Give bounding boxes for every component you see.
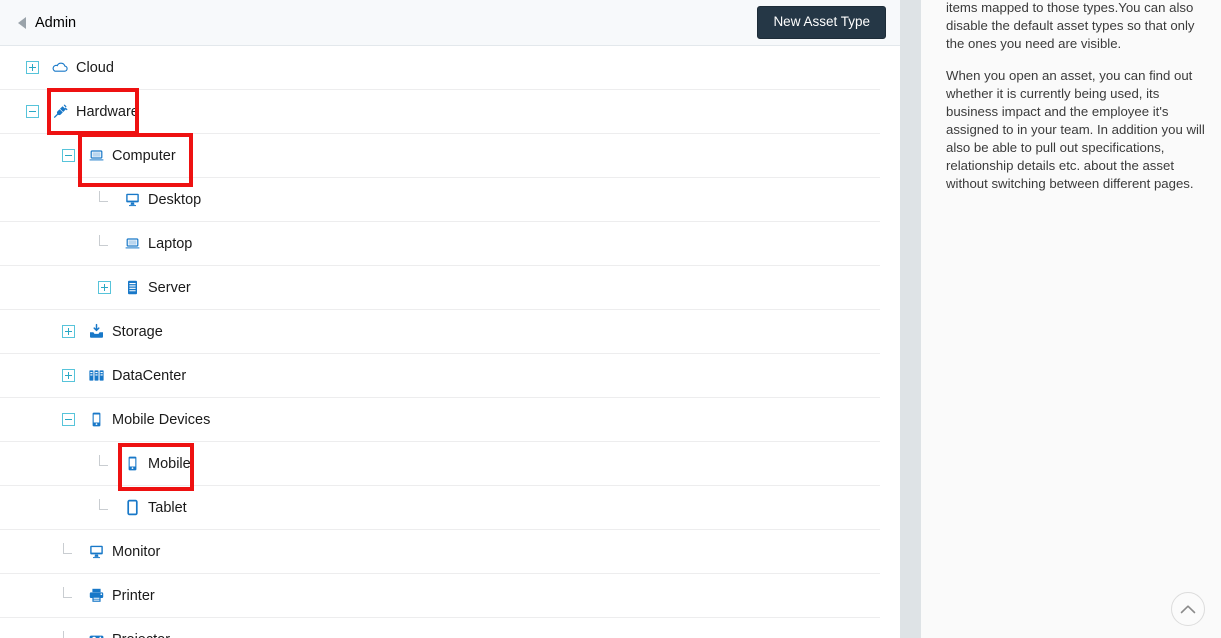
tree-row[interactable]: Cloud: [0, 46, 880, 90]
page-header: Admin New Asset Type: [0, 0, 900, 46]
tree-node-label: Hardware: [76, 103, 139, 120]
chevron-up-icon: [1180, 604, 1196, 613]
collapse-toggle-icon[interactable]: [26, 105, 39, 118]
tree-row[interactable]: Mobile Devices: [0, 398, 880, 442]
tree-node-label: Tablet: [148, 499, 187, 516]
asset-type-panel: Admin New Asset Type Cloud Hardware Comput…: [0, 0, 900, 638]
tree-elbow-icon: [62, 587, 75, 602]
help-panel: within another asset type, and have seve…: [921, 0, 1221, 638]
desktop-icon: [88, 543, 105, 560]
tree-node-label: Mobile: [148, 455, 191, 472]
help-text-body: within another asset type, and have seve…: [946, 0, 1207, 193]
tree-node-label: DataCenter: [112, 367, 187, 384]
cloud-icon: [52, 59, 69, 76]
tree-node-label: Projector: [112, 632, 170, 638]
tree-node-label: Server: [148, 279, 191, 296]
tree-elbow-icon: [98, 499, 111, 514]
tree-row[interactable]: Server: [0, 266, 880, 310]
tree-node-label: Computer: [112, 147, 176, 164]
tablet-icon: [124, 499, 141, 516]
collapse-toggle-icon[interactable]: [62, 149, 75, 162]
tree-node[interactable]: Computer: [75, 145, 180, 166]
collapse-toggle-icon[interactable]: [62, 413, 75, 426]
laptop-icon: [88, 147, 105, 164]
caret-left-icon[interactable]: [18, 16, 26, 29]
tree-row[interactable]: Mobile: [0, 442, 880, 486]
tree-node-label: Cloud: [76, 59, 114, 76]
tree-node-label: Printer: [112, 587, 155, 604]
expand-toggle-icon[interactable]: [62, 325, 75, 338]
tree-node[interactable]: Cloud: [39, 57, 118, 78]
tree-row[interactable]: Projector: [0, 618, 880, 638]
desktop-icon: [124, 191, 141, 208]
laptop-icon: [124, 235, 141, 252]
tree-node[interactable]: Printer: [75, 585, 159, 606]
tree-node-label: Desktop: [148, 191, 202, 208]
server-icon: [124, 279, 141, 296]
expand-toggle-icon[interactable]: [26, 61, 39, 74]
tree-node[interactable]: Hardware: [39, 101, 143, 122]
mobile-icon: [124, 455, 141, 472]
tree-elbow-icon: [98, 235, 111, 250]
tree-node[interactable]: Projector: [75, 629, 174, 638]
asset-type-tree: Cloud Hardware Computer Desktop Laptop Server…: [0, 46, 900, 638]
tree-node[interactable]: Tablet: [111, 497, 191, 518]
breadcrumb[interactable]: Admin: [18, 15, 76, 31]
datacenter-icon: [88, 367, 105, 384]
tree-node[interactable]: Monitor: [75, 541, 164, 562]
tree-row[interactable]: Tablet: [0, 486, 880, 530]
tree-elbow-icon: [98, 191, 111, 206]
tree-node[interactable]: Storage: [75, 321, 167, 342]
tree-node-label: Monitor: [112, 543, 161, 560]
tree-node[interactable]: DataCenter: [75, 365, 190, 386]
plug-icon: [52, 103, 69, 120]
tree-node-label: Storage: [112, 323, 163, 340]
tree-row[interactable]: DataCenter: [0, 354, 880, 398]
panel-divider: [900, 0, 921, 638]
tree-node-label: Laptop: [148, 235, 193, 252]
tree-row[interactable]: Laptop: [0, 222, 880, 266]
scroll-to-top-button[interactable]: [1171, 592, 1205, 626]
tree-row[interactable]: Hardware: [0, 90, 880, 134]
expand-toggle-icon[interactable]: [62, 369, 75, 382]
tree-node[interactable]: Desktop: [111, 189, 205, 210]
tree-node[interactable]: Mobile: [111, 453, 195, 474]
app-root: Admin New Asset Type Cloud Hardware Comput…: [0, 0, 1221, 638]
new-asset-type-button[interactable]: New Asset Type: [757, 6, 886, 39]
tree-node[interactable]: Laptop: [111, 233, 196, 254]
tree-node[interactable]: Mobile Devices: [75, 409, 214, 430]
projector-icon: [88, 631, 105, 638]
mobile-icon: [88, 411, 105, 428]
breadcrumb-label[interactable]: Admin: [35, 15, 76, 31]
help-paragraph-1: within another asset type, and have seve…: [946, 0, 1195, 51]
tree-elbow-icon: [62, 631, 75, 638]
tree-elbow-icon: [98, 455, 111, 470]
printer-icon: [88, 587, 105, 604]
storage-icon: [88, 323, 105, 340]
tree-node[interactable]: Server: [111, 277, 195, 298]
tree-row[interactable]: Monitor: [0, 530, 880, 574]
tree-row[interactable]: Computer: [0, 134, 880, 178]
tree-row[interactable]: Storage: [0, 310, 880, 354]
tree-node-label: Mobile Devices: [112, 411, 211, 428]
tree-row[interactable]: Printer: [0, 574, 880, 618]
tree-row[interactable]: Desktop: [0, 178, 880, 222]
expand-toggle-icon[interactable]: [98, 281, 111, 294]
help-paragraph-2: When you open an asset, you can find out…: [946, 68, 1205, 191]
tree-elbow-icon: [62, 543, 75, 558]
